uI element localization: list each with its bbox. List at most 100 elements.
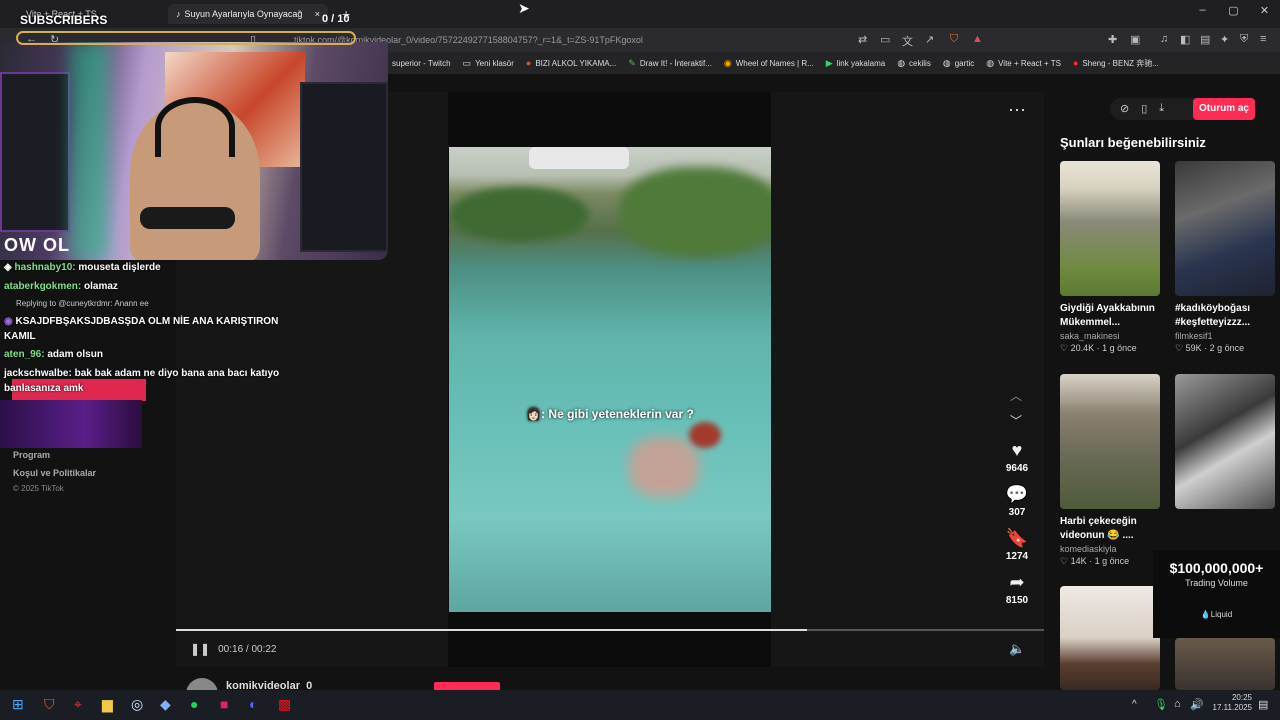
- card-meta: ♡ 59K · 2 g önce: [1175, 343, 1245, 353]
- windows-start-icon[interactable]: ⊞: [12, 696, 24, 713]
- bookmark-item[interactable]: ● BIZI ALKOL YIKAMA...: [526, 58, 616, 68]
- vpn-icon[interactable]: ⛨: [1240, 33, 1248, 46]
- site-icon: ✎: [628, 57, 636, 68]
- comment-button[interactable]: 💬 307: [996, 484, 1038, 518]
- taskbar-clock[interactable]: 20:25 17.11.2025: [1212, 693, 1252, 713]
- leo-icon[interactable]: ✦: [1220, 33, 1229, 46]
- chat-message: jackschwalbe: bak bak adam ne diyo bana …: [4, 368, 280, 379]
- maps-pin-icon[interactable]: ⌖: [74, 696, 82, 713]
- chevron-up-icon[interactable]: ︿: [1010, 387, 1022, 404]
- sidebar-link-program[interactable]: Program: [13, 450, 50, 460]
- tab-tiktok[interactable]: ♪ Suyun Ayarlarıyla Oynayacağ ×: [168, 4, 328, 24]
- close-window-icon[interactable]: ✕: [1249, 4, 1280, 17]
- download-icon[interactable]: ⤓: [1159, 102, 1164, 115]
- app-icon[interactable]: ■: [220, 696, 228, 712]
- panel-icon[interactable]: ◧: [1180, 33, 1190, 46]
- app-icon[interactable]: ▩: [278, 696, 291, 713]
- like-button[interactable]: ♥ 9646: [996, 440, 1038, 474]
- more-options-icon[interactable]: ⋯: [1008, 100, 1026, 121]
- tab-title: Suyun Ayarlarıyla Oynayacağ: [184, 9, 303, 19]
- microphone-icon[interactable]: 🎙: [1154, 698, 1168, 711]
- rewards-icon[interactable]: ▲: [972, 33, 983, 45]
- maximize-icon[interactable]: ▢: [1218, 4, 1249, 17]
- share-icon[interactable]: ↗: [925, 33, 934, 46]
- chat-message: KAMIL: [4, 331, 36, 342]
- card-title: Giydiği Ayakkabının Mükemmel...: [1060, 303, 1155, 328]
- compass-icon[interactable]: ⊘: [1120, 102, 1129, 115]
- folder-icon[interactable]: ▆: [102, 696, 113, 713]
- volume-icon[interactable]: 🔈: [1009, 641, 1025, 657]
- chat-badge-icon: ◈: [4, 262, 15, 273]
- stream-logo: OW OL: [4, 235, 70, 255]
- card-user: komediaskiyla: [1060, 544, 1117, 554]
- share-arrow-icon: ➦: [1009, 572, 1025, 592]
- suggestion-card[interactable]: [1175, 374, 1275, 509]
- bookmark-item[interactable]: ✎ Draw It! - İnteraktif...: [628, 58, 712, 69]
- video-scene-swimmer: [629, 437, 699, 497]
- bookmark-item[interactable]: ◍ cekilis: [897, 58, 931, 69]
- chevron-up-icon[interactable]: ^: [1132, 699, 1137, 710]
- close-icon[interactable]: ×: [315, 9, 320, 19]
- pause-icon[interactable]: ❚❚: [190, 642, 210, 656]
- thumbnail: [1175, 161, 1275, 296]
- translate-icon[interactable]: ⇄: [858, 33, 867, 46]
- globe-icon: ◍: [986, 57, 995, 68]
- extensions-icon[interactable]: ✚: [1108, 33, 1117, 46]
- window-controls: – ▢ ✕: [1187, 4, 1280, 17]
- language-icon[interactable]: 文: [902, 33, 913, 49]
- bookmark-item[interactable]: ◍ gartic: [943, 58, 974, 69]
- bookmark-item[interactable]: ◍ Vite + React + TS: [986, 58, 1061, 69]
- thumbnail: [1175, 638, 1275, 690]
- minimize-icon[interactable]: –: [1187, 4, 1218, 17]
- spotify-icon[interactable]: ●: [190, 696, 198, 712]
- app-icon[interactable]: ◆: [160, 696, 171, 713]
- wallet-icon[interactable]: ▤: [1200, 33, 1210, 46]
- discord-icon[interactable]: ◐: [249, 696, 257, 712]
- thumbnail: [1175, 374, 1275, 509]
- sidebar-link-terms[interactable]: Koşul ve Politikalar: [13, 468, 96, 478]
- header-icons: ⊘ ▯ ⤓: [1120, 102, 1164, 115]
- suggestion-card[interactable]: #kadıköyboğası #keşfetteyizzz... filmkes…: [1175, 161, 1275, 354]
- subscribers-label: SUBSCRIBERS: [20, 13, 108, 27]
- save-button[interactable]: 🔖 1274: [996, 528, 1038, 562]
- sidebar-toggle-icon[interactable]: ▣: [1130, 33, 1140, 46]
- bookmark-item[interactable]: ● Sheng - BENZ 奔驰...: [1073, 58, 1159, 69]
- bookmark-item[interactable]: superior - Twitch: [392, 59, 451, 68]
- suggestion-card[interactable]: [1175, 638, 1275, 690]
- bookmark-item[interactable]: ▭ Yeni klasör: [463, 58, 514, 69]
- player-controls: ❚❚ 00:16 / 00:22: [190, 642, 277, 656]
- card-user: saka_makinesi: [1060, 331, 1120, 341]
- subscriber-goal: 0 / 10: [322, 13, 350, 25]
- card-meta: ♡ 20.4K · 1 g önce: [1060, 343, 1137, 353]
- speaker-icon[interactable]: 🔊: [1190, 698, 1204, 711]
- globe-icon: ◍: [942, 57, 951, 68]
- login-button[interactable]: Oturum aç: [1193, 98, 1255, 120]
- menu-icon[interactable]: ≡: [1260, 33, 1266, 45]
- globe-icon: ◍: [897, 57, 906, 68]
- video-caption: 👩🏻: Ne gibi yeteneklerin var ?: [526, 407, 694, 421]
- share-button[interactable]: ➦ 8150: [996, 572, 1038, 606]
- brave-icon[interactable]: ⛉: [44, 696, 55, 713]
- device-icon[interactable]: ▯: [1141, 102, 1147, 115]
- suggestion-card[interactable]: Giydiği Ayakkabının Mükemmel... saka_mak…: [1060, 161, 1160, 354]
- ad-amount: $100,000,000+: [1169, 560, 1264, 576]
- steam-icon[interactable]: ◎: [131, 696, 143, 713]
- brave-shield-icon[interactable]: ⛉: [950, 33, 958, 46]
- webcam-neon-light: [70, 42, 110, 260]
- copyright: © 2025 TikTok: [13, 484, 64, 493]
- bookmark-item[interactable]: ▶ link yakalama: [826, 58, 885, 69]
- heart-icon: ♥: [1011, 440, 1023, 460]
- chat-reply-line: Replying to @cuneytkrdmr: Anann ee: [16, 299, 149, 308]
- suggestion-card[interactable]: [1060, 586, 1160, 690]
- save-count: 1274: [1005, 551, 1029, 562]
- suggestion-card[interactable]: Harbi çekeceğin videonun 😂 .... komedias…: [1060, 374, 1160, 567]
- chevron-down-icon[interactable]: ﹀: [1010, 412, 1022, 429]
- webcam-shelf: [0, 72, 70, 232]
- bookmark-item[interactable]: ◉ Wheel of Names | R...: [724, 58, 814, 69]
- network-icon[interactable]: ⌂: [1174, 698, 1181, 710]
- time-readout: 00:16 / 00:22: [218, 643, 277, 655]
- notification-icon[interactable]: ▤: [1258, 698, 1268, 711]
- media-icon[interactable]: ♫: [1160, 33, 1168, 45]
- video-player[interactable]: [449, 147, 771, 612]
- cast-icon[interactable]: ▭: [880, 33, 890, 46]
